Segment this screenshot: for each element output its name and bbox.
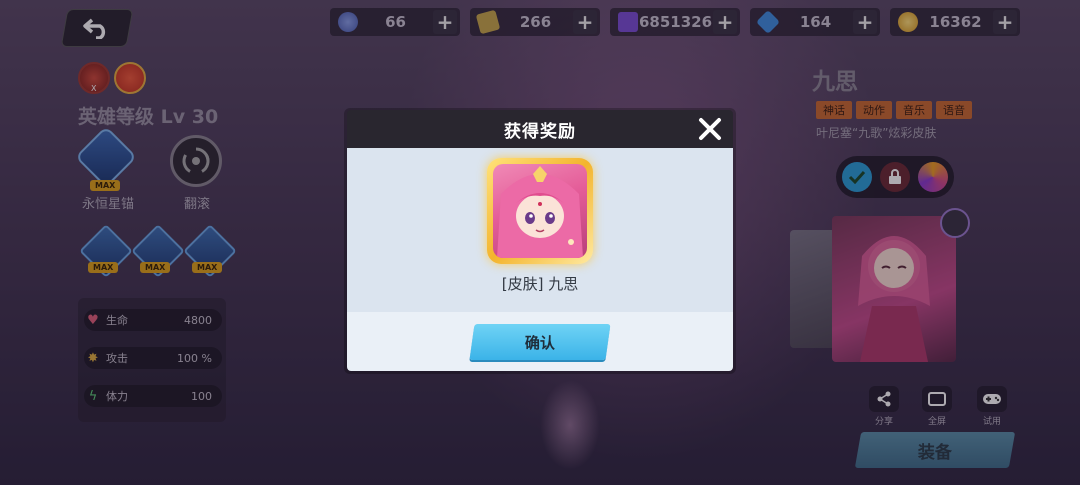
close-button[interactable] [695,114,725,144]
close-icon [699,118,721,140]
reward-label: [皮肤] 九思 [501,275,579,293]
modal-title: 获得奖励 [504,121,576,142]
reward-item[interactable] [487,158,593,264]
skin-reward-portrait-icon [493,164,587,258]
confirm-label: 确认 [524,333,555,352]
modal-body: [皮肤] 九思 [347,148,733,312]
modal-footer: 确认 [347,312,733,371]
modal-header: 获得奖励 [347,110,733,148]
confirm-button[interactable]: 确认 [469,324,611,360]
